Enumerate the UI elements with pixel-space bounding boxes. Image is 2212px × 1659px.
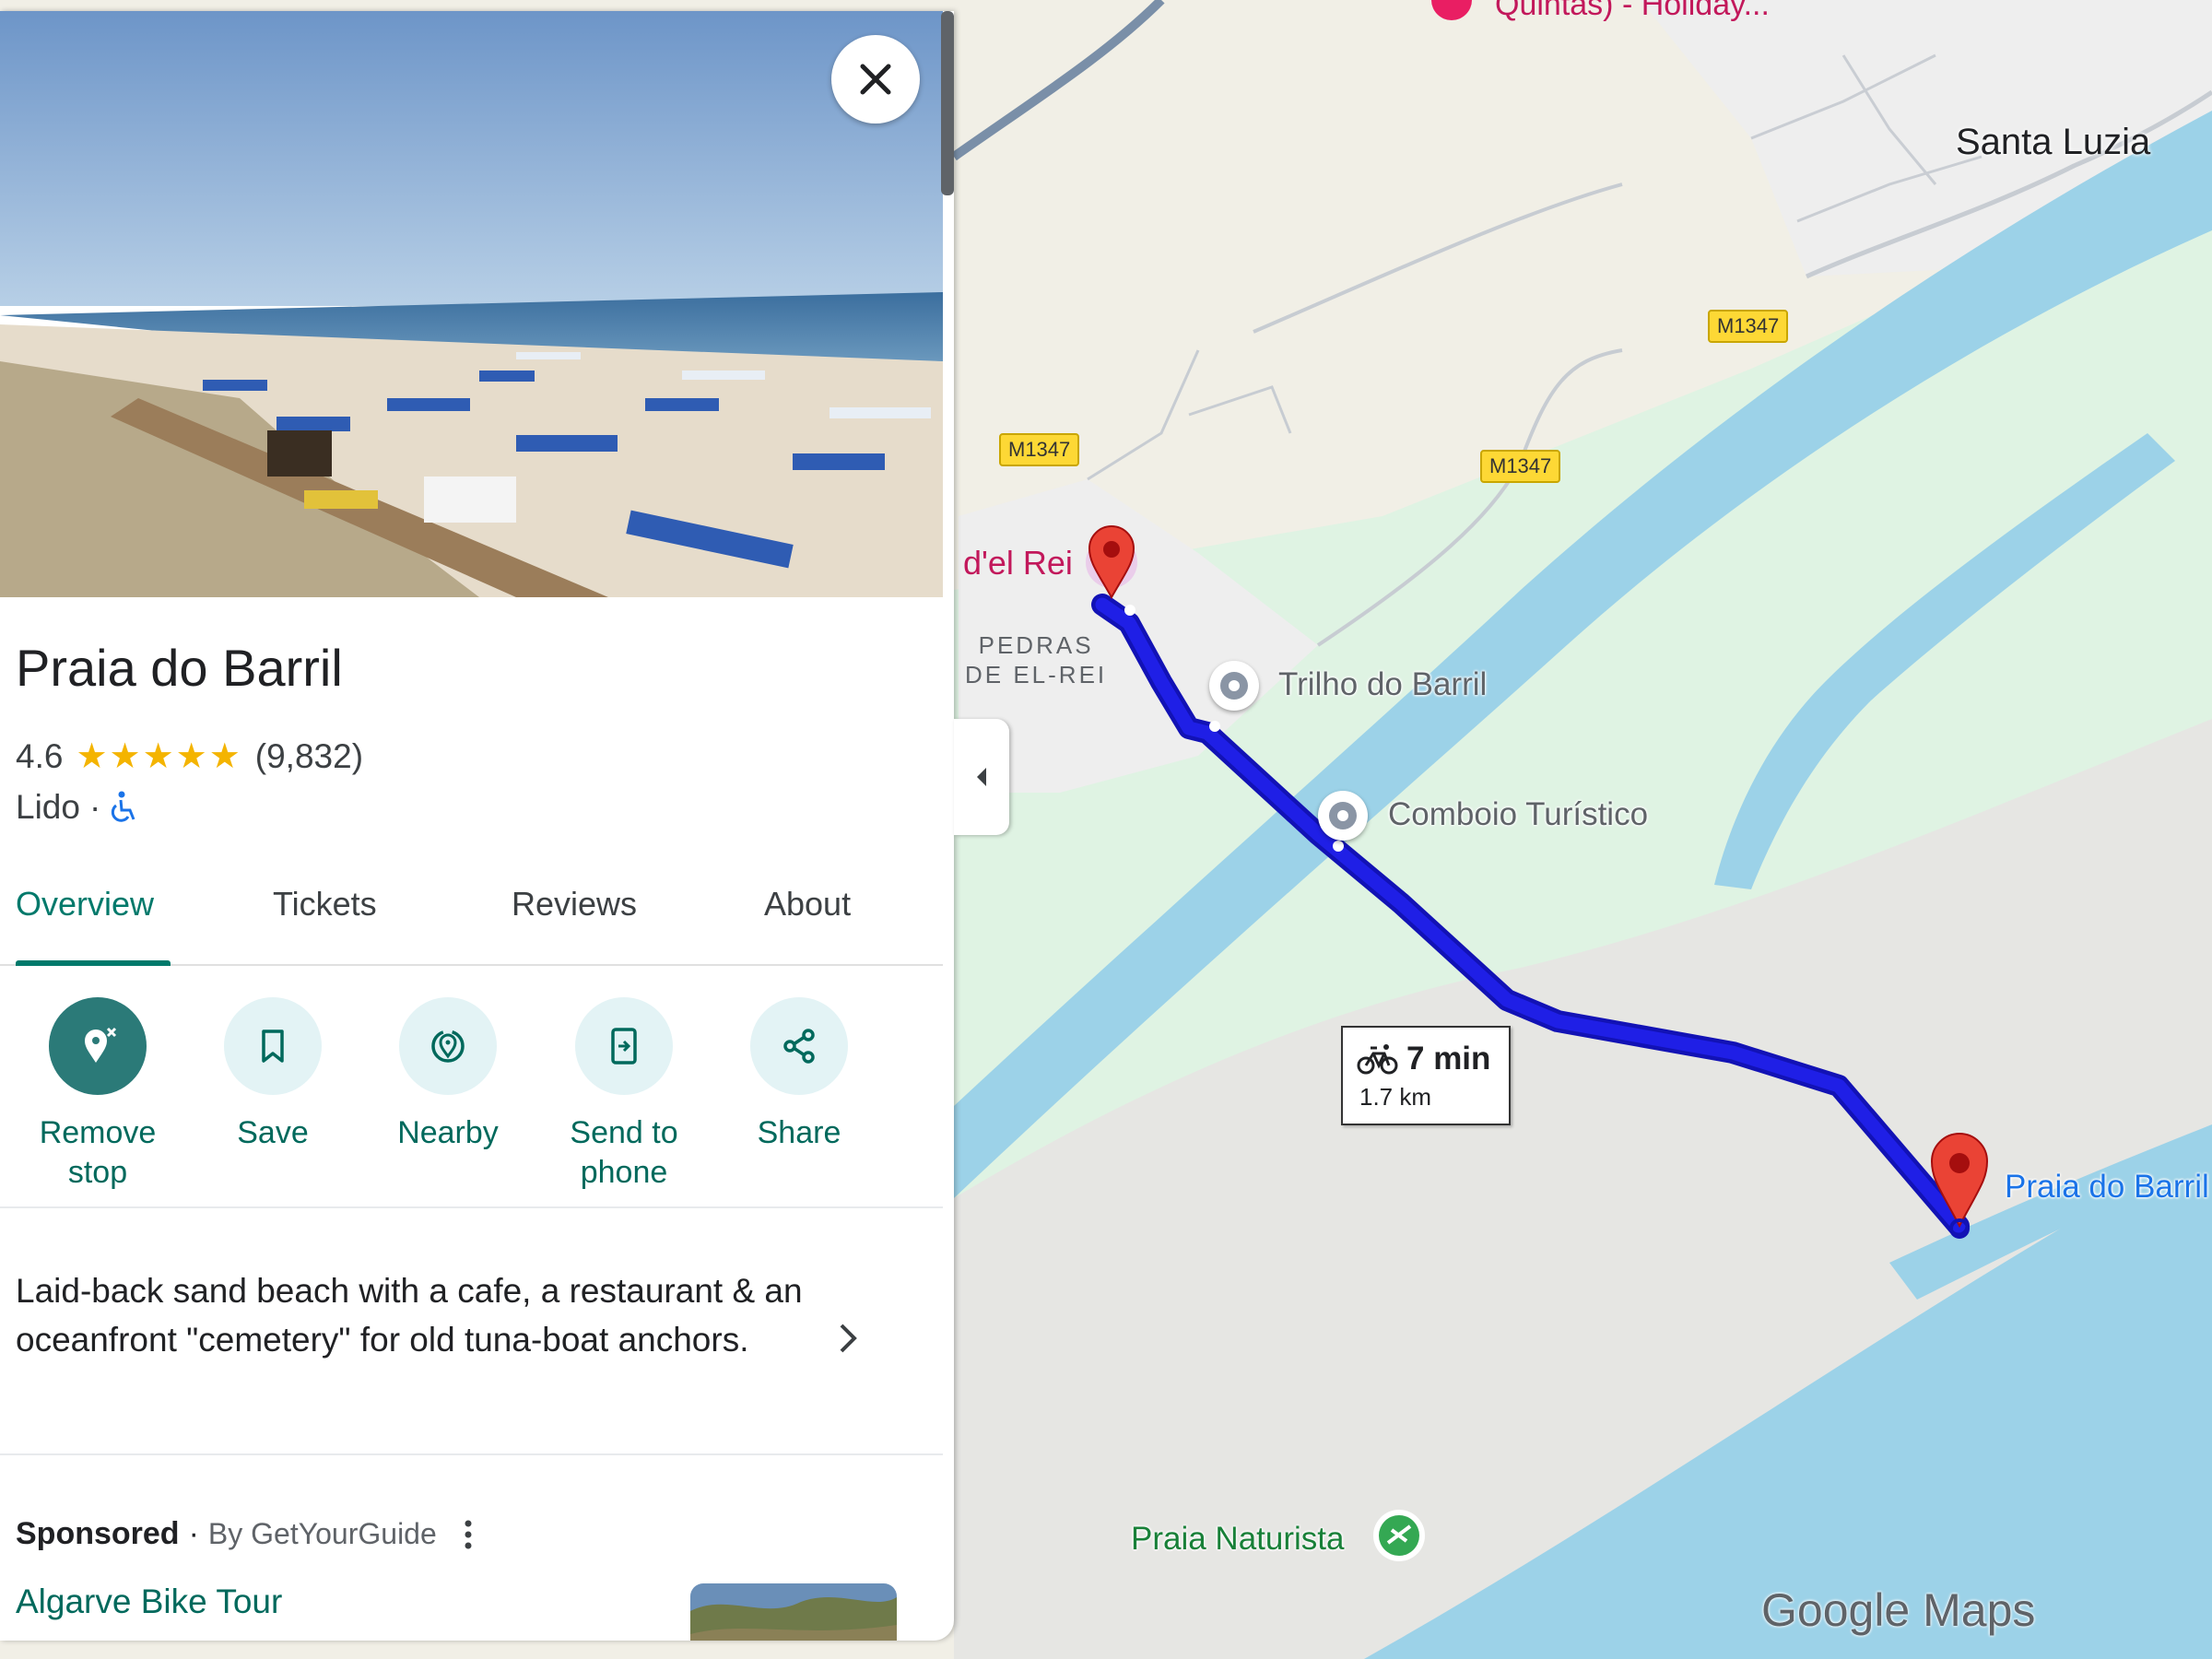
category-row: Lido · bbox=[16, 788, 139, 827]
collapse-panel-button[interactable] bbox=[954, 719, 1009, 835]
del-rei-map-label[interactable]: d'el Rei bbox=[963, 544, 1073, 582]
route-distance: 1.7 km bbox=[1359, 1083, 1432, 1111]
place-panel: Praia do Barril 4.6 ★★★★★ (9,832) Lido ·… bbox=[0, 11, 954, 1641]
tab-overview[interactable]: Overview bbox=[16, 885, 154, 924]
rating-stars-icon: ★★★★★ bbox=[76, 737, 242, 776]
remove-stop-icon bbox=[85, 1027, 117, 1063]
sponsored-by: By GetYourGuide bbox=[207, 1517, 437, 1550]
road-shield-m1347: M1347 bbox=[1480, 450, 1561, 483]
divider bbox=[0, 1453, 943, 1455]
place-description[interactable]: Laid-back sand beach with a cafe, a rest… bbox=[16, 1266, 827, 1364]
place-photo[interactable] bbox=[0, 11, 943, 597]
send-to-phone-label: Send to phone bbox=[570, 1115, 678, 1190]
nearby-icon bbox=[431, 1030, 465, 1063]
sponsored-label: Sponsored bbox=[16, 1516, 180, 1551]
category-separator: · bbox=[88, 788, 101, 826]
nearby-button[interactable]: Nearby bbox=[360, 997, 535, 1153]
panel-scrollbar[interactable] bbox=[941, 11, 954, 195]
comboio-map-label[interactable]: Comboio Turístico bbox=[1388, 796, 1648, 833]
share-icon bbox=[783, 1029, 815, 1064]
send-to-phone-button[interactable]: Send to phone bbox=[536, 997, 712, 1193]
place-marker-icon bbox=[1329, 802, 1357, 830]
close-button[interactable] bbox=[831, 35, 920, 124]
place-marker-icon bbox=[1220, 672, 1248, 700]
road-shield-m1347: M1347 bbox=[999, 433, 1080, 466]
save-button[interactable]: Save bbox=[185, 997, 360, 1153]
ad-thumbnail[interactable] bbox=[690, 1583, 897, 1641]
tab-tickets[interactable]: Tickets bbox=[273, 885, 377, 924]
chevron-right-icon[interactable] bbox=[834, 1320, 862, 1361]
route-time: 7 min bbox=[1406, 1041, 1491, 1077]
bicycle-icon bbox=[1357, 1044, 1398, 1075]
remove-stop-button[interactable]: Remove stop bbox=[10, 997, 185, 1193]
place-tabs: Overview Tickets Reviews About bbox=[0, 877, 943, 966]
ad-title-link[interactable]: Algarve Bike Tour bbox=[16, 1583, 282, 1621]
praia-naturista-map-label[interactable]: Praia Naturista bbox=[1131, 1521, 1344, 1558]
road-shield-m1347: M1347 bbox=[1708, 310, 1789, 343]
share-label: Share bbox=[757, 1115, 841, 1150]
rating-value: 4.6 bbox=[16, 736, 64, 775]
pedras-line2: DE EL-REI bbox=[965, 661, 1108, 688]
share-button[interactable]: Share bbox=[712, 997, 887, 1153]
pedras-map-label: PEDRAS DE EL-REI bbox=[965, 630, 1107, 689]
google-maps-logo: Google Maps bbox=[1761, 1584, 2036, 1636]
nearby-label: Nearby bbox=[397, 1115, 499, 1150]
rating-row: 4.6 ★★★★★ (9,832) bbox=[16, 735, 363, 777]
comboio-place-pin[interactable] bbox=[1318, 791, 1368, 841]
active-tab-indicator bbox=[16, 960, 171, 966]
tab-reviews[interactable]: Reviews bbox=[512, 885, 637, 924]
trilho-map-label[interactable]: Trilho do Barril bbox=[1278, 666, 1487, 703]
close-icon bbox=[860, 64, 891, 95]
route-info-box[interactable]: 7 min 1.7 km bbox=[1341, 1026, 1511, 1125]
tab-about[interactable]: About bbox=[764, 885, 851, 924]
save-label: Save bbox=[237, 1115, 309, 1150]
place-category[interactable]: Lido bbox=[16, 788, 80, 827]
place-title: Praia do Barril bbox=[16, 639, 343, 697]
more-vert-icon[interactable] bbox=[457, 1518, 479, 1551]
remove-stop-label: Remove stop bbox=[39, 1115, 157, 1190]
divider bbox=[0, 1206, 943, 1208]
sponsored-row: Sponsored · By GetYourGuide bbox=[16, 1516, 479, 1552]
sponsored-separator: · bbox=[188, 1516, 199, 1551]
holiday-map-label[interactable]: Quintas) - Holiday... bbox=[1495, 0, 1770, 23]
chevron-left-icon bbox=[977, 768, 986, 786]
review-count[interactable]: (9,832) bbox=[255, 737, 363, 776]
santa-luzia-map-label: Santa Luzia bbox=[1956, 122, 2151, 162]
wheelchair-icon[interactable] bbox=[110, 791, 139, 824]
bookmark-icon bbox=[262, 1030, 284, 1063]
praia-barril-map-label[interactable]: Praia do Barril bbox=[2005, 1169, 2209, 1206]
send-to-phone-icon bbox=[611, 1028, 637, 1065]
trilho-place-pin[interactable] bbox=[1209, 661, 1259, 711]
pedras-line1: PEDRAS bbox=[978, 631, 1094, 659]
